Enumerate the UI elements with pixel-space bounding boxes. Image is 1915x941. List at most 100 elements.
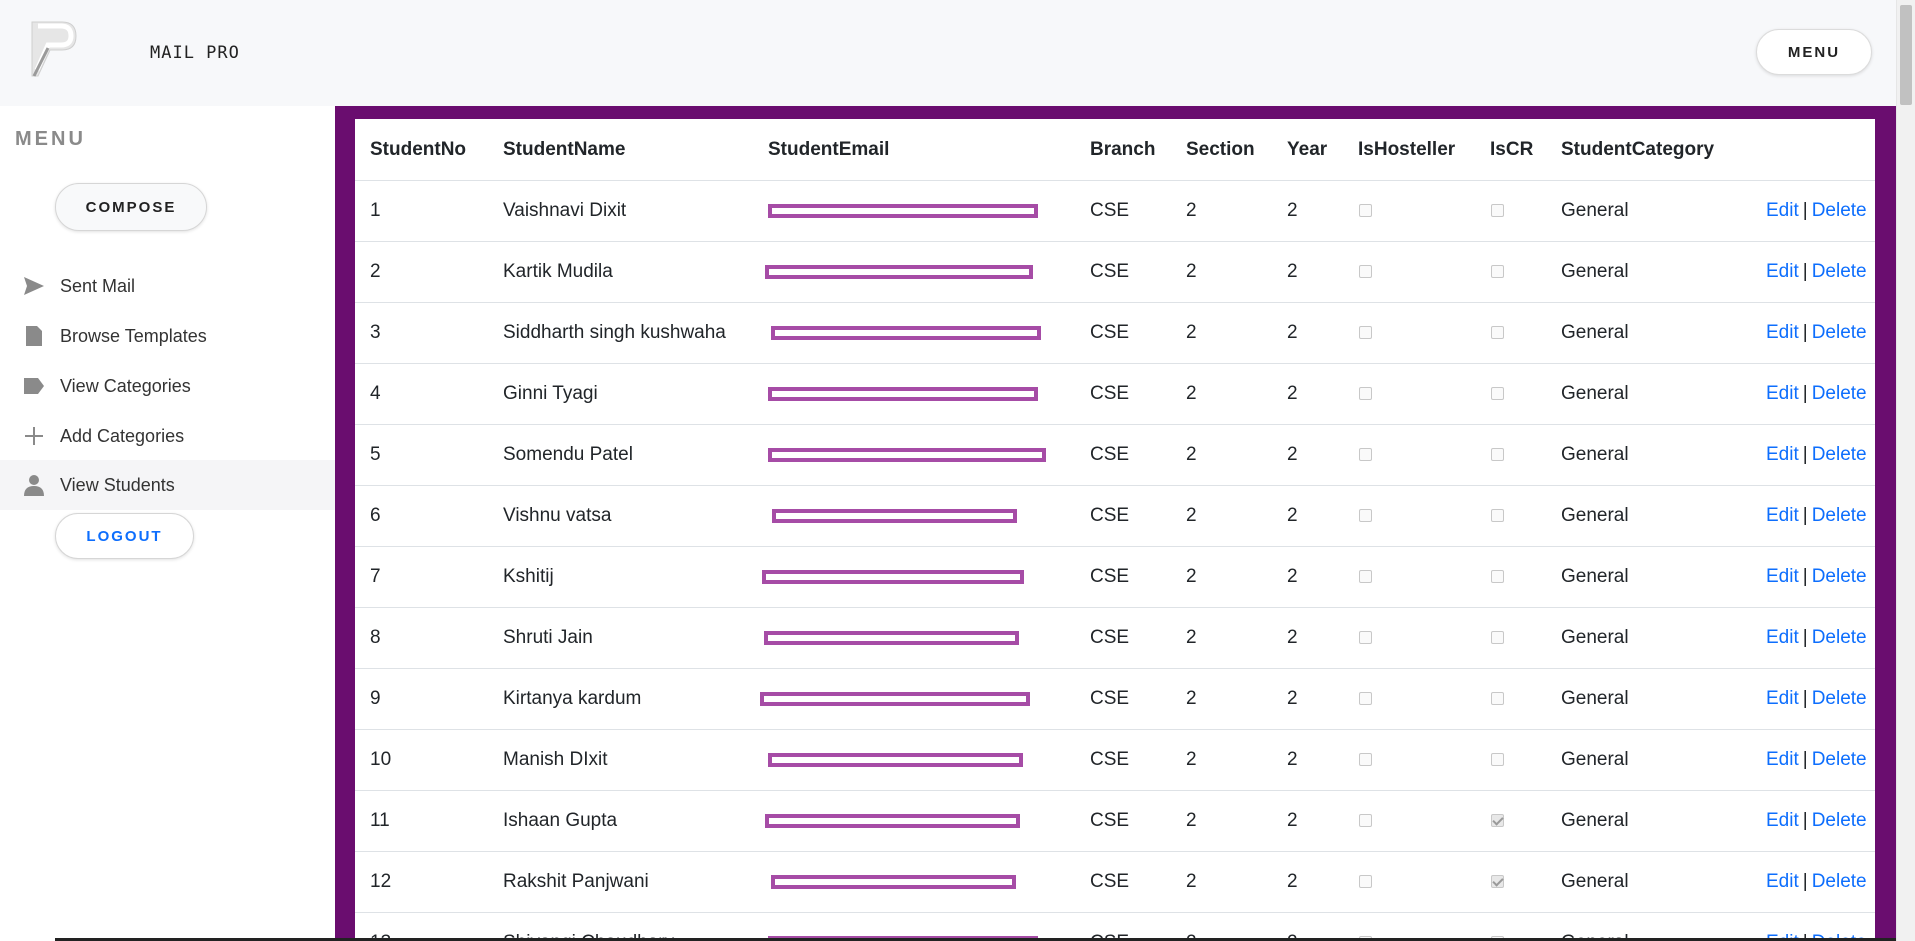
hosteller-checkbox[interactable] [1359,692,1372,706]
cell-branch: CSE [1075,241,1171,303]
cr-checkbox[interactable] [1491,265,1504,279]
cr-checkbox[interactable] [1491,692,1504,706]
hosteller-checkbox[interactable] [1359,814,1372,828]
redacted-email-box [762,569,1024,584]
hosteller-checkbox[interactable] [1359,204,1372,218]
edit-link[interactable]: Edit [1766,383,1799,404]
delete-link[interactable]: Delete [1812,261,1867,282]
sidebar-item-browse-templates[interactable]: Browse Templates [0,311,335,361]
cell-student-email [753,302,1075,364]
document-icon [22,324,46,348]
redacted-email-box [768,447,1046,462]
edit-link[interactable]: Edit [1766,871,1799,892]
cell-branch: CSE [1075,180,1171,242]
delete-link[interactable]: Delete [1812,810,1867,831]
delete-link[interactable]: Delete [1812,505,1867,526]
table-row: 6 Vishnu vatsa CSE 2 2 General Edit | Delete [355,485,1875,547]
delete-link[interactable]: Delete [1812,688,1867,709]
cell-ishosteller [1343,851,1475,913]
hosteller-checkbox[interactable] [1359,326,1372,340]
app-logo[interactable] [28,18,80,82]
edit-link[interactable]: Edit [1766,322,1799,343]
edit-link[interactable]: Edit [1766,688,1799,709]
cr-checkbox[interactable] [1491,204,1504,218]
edit-link[interactable]: Edit [1766,810,1799,831]
cell-student-email [753,729,1075,791]
delete-link[interactable]: Delete [1812,871,1867,892]
cr-checkbox[interactable] [1491,570,1504,584]
cell-student-name: Ishaan Gupta [488,790,753,852]
hosteller-checkbox[interactable] [1359,631,1372,645]
cell-year: 2 [1272,668,1343,730]
edit-link[interactable]: Edit [1766,261,1799,282]
cell-student-email [753,363,1075,425]
hosteller-checkbox[interactable] [1359,387,1372,401]
hosteller-checkbox[interactable] [1359,875,1372,889]
column-header-year: Year [1272,119,1343,181]
edit-link[interactable]: Edit [1766,627,1799,648]
cr-checkbox[interactable] [1491,326,1504,340]
cell-student-no: 9 [355,668,488,730]
cell-category: General [1546,607,1751,669]
cell-student-email [753,485,1075,547]
cell-actions: Edit|Delete [1751,790,1875,852]
sidebar-item-view-students[interactable]: View Students [0,460,335,510]
cell-student-email [753,180,1075,242]
table-row: 5 Somendu Patel CSE 2 2 General Edit | Delete [355,424,1875,486]
cell-section: 2 [1171,424,1272,486]
redacted-email-box [771,325,1041,340]
cr-checkbox[interactable] [1491,448,1504,462]
hosteller-checkbox[interactable] [1359,570,1372,584]
table-body: 1 Vaishnavi Dixit CSE 2 2 General Edit | Delete 2… [355,180,1875,941]
delete-link[interactable]: Delete [1812,627,1867,648]
cr-checkbox[interactable] [1491,875,1504,889]
cr-checkbox[interactable] [1491,631,1504,645]
edit-link[interactable]: Edit [1766,749,1799,770]
column-header-studentno: StudentNo [355,119,488,181]
sidebar-item-label: View Categories [60,375,191,396]
table-row: 9 Kirtanya kardum CSE 2 2 General Edit | Delete [355,668,1875,730]
cell-iscr [1475,912,1546,941]
cell-iscr [1475,363,1546,425]
delete-link[interactable]: Delete [1812,749,1867,770]
scrollbar-thumb[interactable] [1900,5,1912,105]
cell-branch: CSE [1075,546,1171,608]
delete-link[interactable]: Delete [1812,444,1867,465]
cr-checkbox[interactable] [1491,814,1504,828]
cr-checkbox[interactable] [1491,509,1504,523]
cell-section: 2 [1171,302,1272,364]
hosteller-checkbox[interactable] [1359,753,1372,767]
cell-year: 2 [1272,424,1343,486]
cell-category: General [1546,851,1751,913]
edit-link[interactable]: Edit [1766,200,1799,221]
table-row: 12 Rakshit Panjwani CSE 2 2 General Edit | Delet… [355,851,1875,913]
cell-section: 2 [1171,607,1272,669]
cell-section: 2 [1171,241,1272,303]
logout-button[interactable]: LOGOUT [55,513,194,559]
delete-link[interactable]: Delete [1812,200,1867,221]
action-separator: | [1802,749,1808,770]
page-scrollbar[interactable] [1896,0,1915,941]
cell-student-name: Manish DIxit [488,729,753,791]
edit-link[interactable]: Edit [1766,566,1799,587]
cell-student-name: Kartik Mudila [488,241,753,303]
sidebar-item-add-categories[interactable]: Add Categories [0,411,335,461]
app-title: MAIL PRO [150,43,240,63]
delete-link[interactable]: Delete [1812,322,1867,343]
sidebar-item-view-categories[interactable]: View Categories [0,361,335,411]
hosteller-checkbox[interactable] [1359,509,1372,523]
cell-category: General [1546,790,1751,852]
hosteller-checkbox[interactable] [1359,448,1372,462]
cell-year: 2 [1272,729,1343,791]
sidebar-item-sent-mail[interactable]: Sent Mail [0,261,335,311]
menu-button[interactable]: MENU [1756,29,1872,75]
delete-link[interactable]: Delete [1812,566,1867,587]
cell-actions: Edit|Delete [1751,607,1875,669]
hosteller-checkbox[interactable] [1359,265,1372,279]
cr-checkbox[interactable] [1491,753,1504,767]
delete-link[interactable]: Delete [1812,383,1867,404]
edit-link[interactable]: Edit [1766,505,1799,526]
edit-link[interactable]: Edit [1766,444,1799,465]
cr-checkbox[interactable] [1491,387,1504,401]
compose-button[interactable]: COMPOSE [55,183,207,231]
